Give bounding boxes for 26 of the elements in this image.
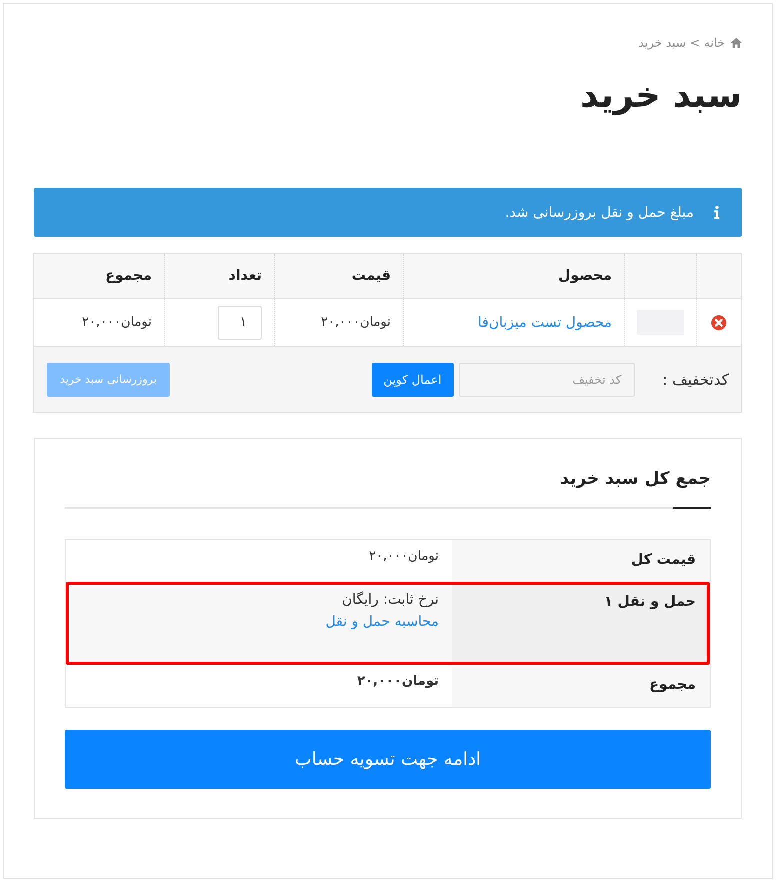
totals-value: تومان۲۰,۰۰۰ [357, 673, 439, 691]
quantity-field[interactable]: ۱ [218, 306, 262, 340]
coupon-label: کدتخفیف : [662, 370, 729, 388]
section-heading: جمع کل سبد خرید [559, 468, 711, 491]
product-link[interactable]: محصول تست میزبان‌فا [478, 314, 612, 330]
column-header: تعداد [164, 254, 274, 298]
breadcrumb-current: سبد خرید [638, 35, 686, 52]
remove-icon[interactable] [711, 314, 727, 330]
info-icon [714, 206, 720, 219]
coupon-field[interactable]: کد تخفیف [458, 362, 635, 396]
apply-coupon-button[interactable]: اعمال کوپن [372, 362, 454, 396]
totals-label: مجموع [452, 665, 710, 707]
home-icon[interactable] [731, 38, 742, 48]
checkout-button[interactable]: ادامه جهت تسویه حساب [65, 730, 711, 789]
column-header: مجموع [34, 254, 164, 298]
notice-text: مبلغ حمل و نقل بروزرسانی شد. [505, 204, 694, 220]
shipping-rate: نرخ ثابت: رایگان [342, 590, 439, 610]
totals-label: حمل و نقل ۱ [452, 582, 710, 665]
breadcrumb-separator: > [690, 35, 700, 52]
column-header: محصول [404, 254, 624, 298]
totals-value: تومان۲۰,۰۰۰ [369, 548, 439, 566]
column-header: قیمت [274, 254, 404, 298]
breadcrumb-link[interactable]: خانه [704, 34, 725, 52]
totals-label: قیمت کل [452, 540, 710, 582]
shipping-calculator-link[interactable]: محاسبه حمل و نقل [326, 611, 439, 633]
page-title: سبد خرید [580, 75, 742, 118]
